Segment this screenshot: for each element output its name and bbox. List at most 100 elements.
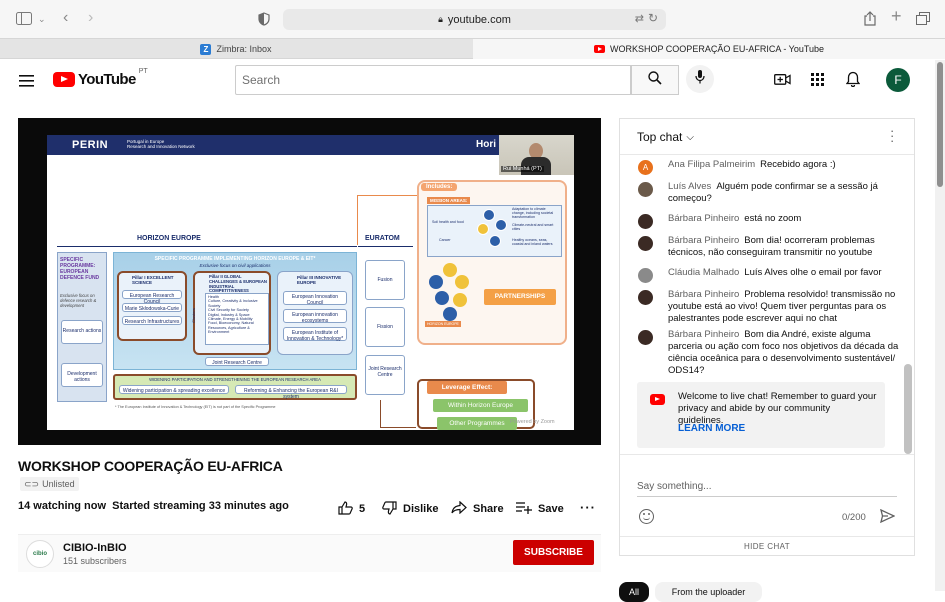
translate-icon[interactable]: ⇄ bbox=[635, 12, 644, 25]
page-scrollbar[interactable] bbox=[935, 60, 945, 591]
share-label: Share bbox=[473, 503, 504, 515]
missions-icon-cluster bbox=[475, 209, 509, 253]
pillar-3-title: Pillar III INNOVATIVE EUROPE bbox=[297, 275, 342, 285]
chat-input[interactable]: Say something... bbox=[637, 481, 897, 497]
chat-mode-dropdown[interactable]: Top chat ⌵ bbox=[637, 130, 694, 144]
mission-item: Climate-neutral and smart cities bbox=[512, 223, 554, 231]
like-button[interactable]: 5 bbox=[338, 500, 366, 516]
search-button[interactable] bbox=[631, 65, 679, 95]
pillar-item-label: Marie Skłodowska-Curie bbox=[124, 305, 180, 312]
horizon-europe-frame bbox=[57, 246, 357, 247]
tab-youtube[interactable]: WORKSHOP COOPERAÇÃO EU-AFRICA - YouTube bbox=[473, 39, 945, 59]
share-button[interactable]: Share bbox=[451, 500, 504, 516]
address-bar[interactable]: 🔒︎ youtube.com ⇄ ↻ bbox=[283, 9, 666, 30]
new-tab-icon[interactable]: + bbox=[891, 7, 902, 25]
tab-overview-icon[interactable] bbox=[916, 12, 930, 28]
horizon-europe-title: HORIZON EUROPE bbox=[137, 235, 201, 242]
chat-author[interactable]: Ana Filipa Palmeirim bbox=[668, 159, 755, 170]
learn-more-link[interactable]: LEARN MORE bbox=[678, 423, 745, 434]
dislike-button[interactable]: Dislike bbox=[382, 500, 439, 516]
chat-char-counter: 0/200 bbox=[842, 512, 866, 523]
research-actions-label: Research actions bbox=[62, 328, 102, 334]
apps-grid-icon[interactable] bbox=[811, 73, 824, 91]
chat-scrollbar-thumb[interactable] bbox=[904, 364, 912, 454]
leverage-other: Other Programmes bbox=[437, 417, 517, 430]
chevron-down-icon[interactable]: ⌄ bbox=[38, 12, 46, 26]
partnerships-icon-cluster bbox=[425, 263, 480, 325]
notifications-bell-icon[interactable] bbox=[845, 71, 861, 92]
horizon-europe-badge: HORIZON EUROPE bbox=[425, 321, 461, 327]
privacy-shield-icon[interactable] bbox=[258, 12, 270, 29]
search-input[interactable]: Search bbox=[235, 65, 631, 95]
chat-message: Luís Alves Alguém pode confirmar se a ses… bbox=[638, 181, 900, 205]
chat-author[interactable]: Bárbara Pinheiro bbox=[668, 329, 739, 340]
chat-author[interactable]: Bárbara Pinheiro bbox=[668, 213, 739, 224]
menu-icon[interactable] bbox=[19, 74, 34, 92]
search-placeholder: Search bbox=[242, 73, 281, 87]
more-actions-icon[interactable]: ··· bbox=[580, 500, 596, 515]
link-icon: ⊂⊃ bbox=[24, 478, 40, 489]
pillar-item-label: European innovation ecosystems bbox=[292, 311, 338, 324]
chat-author[interactable]: Cláudia Malhado bbox=[668, 267, 739, 278]
zoom-watermark: Powered by Zoom bbox=[510, 419, 555, 425]
reload-icon[interactable]: ↻ bbox=[648, 11, 658, 25]
euratom-fusion-box: Fusion bbox=[365, 260, 405, 300]
page-scrollbar-thumb[interactable] bbox=[937, 62, 943, 187]
like-count: 5 bbox=[359, 503, 366, 515]
youtube-logo[interactable]: YouTube PT bbox=[53, 68, 148, 88]
pillar-3-item: European Institute of Innovation & Techn… bbox=[283, 327, 347, 342]
mission-item: Healthy oceans, seas, coastal and inland… bbox=[512, 238, 553, 246]
save-button[interactable]: Save bbox=[516, 501, 564, 517]
browser-toolbar: ⌄ ‹ › 🔒︎ youtube.com ⇄ ↻ + bbox=[0, 0, 945, 38]
youtube-icon bbox=[650, 394, 665, 405]
send-icon[interactable] bbox=[880, 508, 896, 528]
tab-zimbra[interactable]: Z Zimbra: Inbox bbox=[0, 39, 472, 59]
chat-text: está no zoom bbox=[744, 213, 802, 224]
chat-author[interactable]: Bárbara Pinheiro bbox=[668, 289, 739, 300]
jrc-label: Joint Research Centre bbox=[212, 359, 262, 366]
forward-icon[interactable]: › bbox=[88, 10, 93, 26]
chat-avatar bbox=[638, 236, 653, 251]
sidebar-toggle-icon[interactable] bbox=[16, 12, 32, 28]
chat-avatar bbox=[638, 268, 653, 283]
unlisted-badge: ⊂⊃ Unlisted bbox=[20, 477, 79, 491]
euratom-jrc-label: Joint Research Centre bbox=[368, 366, 402, 378]
development-actions-box: Development actions bbox=[61, 363, 103, 387]
chat-avatar: A bbox=[638, 160, 653, 175]
channel-avatar[interactable]: cibio bbox=[26, 540, 54, 568]
chat-message: Bárbara Pinheiro Bom dia André, existe al… bbox=[638, 329, 900, 377]
dislike-label: Dislike bbox=[403, 503, 439, 515]
create-video-icon[interactable] bbox=[774, 73, 791, 91]
subscriber-count: 151 subscribers bbox=[63, 556, 127, 566]
research-actions-box: Research actions bbox=[61, 320, 103, 344]
euratom-frame bbox=[358, 246, 413, 247]
video-player[interactable]: PERIN Portugal in Europe Research and In… bbox=[18, 118, 601, 445]
chip-from-uploader[interactable]: From the uploader bbox=[655, 582, 762, 602]
euratom-fission-box: Fission bbox=[365, 307, 405, 347]
back-icon[interactable]: ‹ bbox=[63, 10, 68, 26]
development-actions-label: Development actions bbox=[67, 371, 97, 383]
playlist-add-icon bbox=[516, 501, 532, 517]
logo-text: YouTube bbox=[78, 71, 136, 88]
hide-chat-button[interactable]: HIDE CHAT bbox=[620, 536, 914, 556]
chip-all[interactable]: All bbox=[619, 582, 649, 602]
chat-input-placeholder: Say something... bbox=[637, 481, 712, 492]
avatar-letter: F bbox=[894, 73, 902, 87]
channel-name[interactable]: CIBIO-InBIO bbox=[63, 542, 127, 554]
share-icon[interactable] bbox=[864, 11, 876, 29]
leverage-title: Leverage Effect: bbox=[427, 381, 507, 394]
chip-label: From the uploader bbox=[671, 587, 746, 597]
youtube-play-icon bbox=[53, 72, 75, 87]
widening-item: Widening participation & spreading excel… bbox=[119, 385, 229, 394]
chat-author[interactable]: Luís Alves bbox=[668, 181, 711, 192]
chat-author[interactable]: Bárbara Pinheiro bbox=[668, 235, 739, 246]
account-avatar[interactable]: F bbox=[886, 68, 910, 92]
search-icon bbox=[648, 70, 662, 90]
youtube-icon bbox=[593, 45, 605, 53]
subscribe-button[interactable]: SUBSCRIBE bbox=[513, 540, 594, 565]
video-title: WORKSHOP COOPERAÇÃO EU-AFRICA bbox=[18, 458, 283, 474]
chat-more-icon[interactable]: · · · bbox=[890, 124, 894, 147]
emoji-icon[interactable] bbox=[639, 509, 654, 524]
slide-corner-title: Hori bbox=[476, 139, 496, 150]
voice-search-button[interactable] bbox=[686, 65, 714, 93]
